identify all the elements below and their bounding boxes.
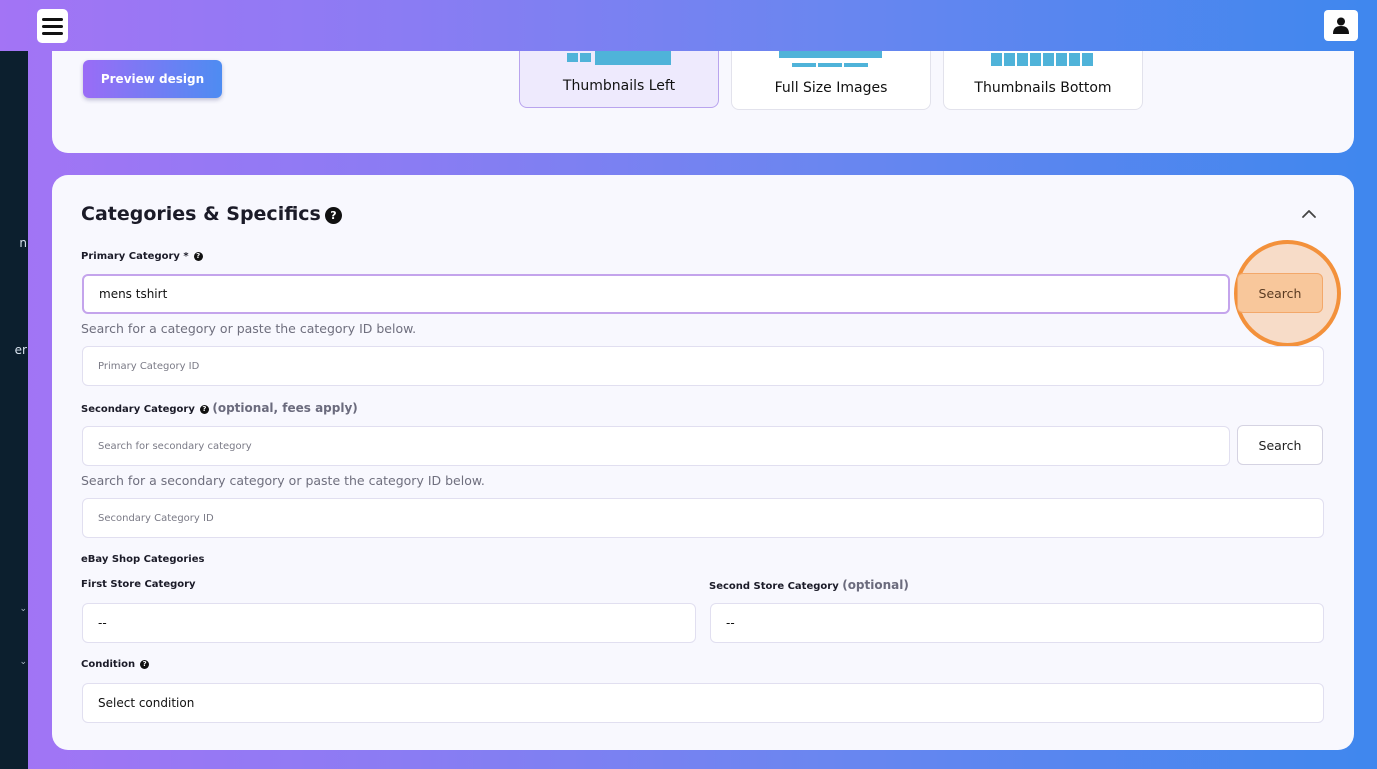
sidebar-item-label[interactable]: n <box>19 236 27 250</box>
chevron-icon: ⌄ <box>19 657 27 667</box>
secondary-category-id-input[interactable]: Secondary Category ID <box>82 498 1324 538</box>
first-store-category-select[interactable]: -- <box>82 603 696 643</box>
section-title: Categories & Specifics <box>81 203 321 225</box>
second-store-category-label: Second Store Category (optional) <box>709 578 909 592</box>
primary-search-button[interactable]: Search <box>1237 273 1323 313</box>
hamburger-icon <box>42 17 63 21</box>
optional-note: (optional, fees apply) <box>212 401 358 415</box>
top-bar <box>0 0 1377 51</box>
chevron-icon: ⌄ <box>19 604 27 614</box>
primary-category-label: Primary Category *? <box>81 251 203 262</box>
chevron-up-icon[interactable] <box>1300 205 1318 223</box>
layout-label: Thumbnails Left <box>562 78 676 94</box>
second-store-category-select[interactable]: -- <box>710 603 1324 643</box>
secondary-search-button[interactable]: Search <box>1237 425 1323 465</box>
first-store-category-label: First Store Category <box>81 579 196 590</box>
help-icon[interactable]: ? <box>325 207 342 224</box>
user-icon <box>1333 17 1349 34</box>
primary-category-input[interactable]: mens tshirt <box>82 274 1230 314</box>
sidebar: n er ⌄ ⌄ <box>0 0 28 769</box>
menu-button[interactable] <box>37 9 68 43</box>
help-icon[interactable]: ? <box>140 659 150 669</box>
secondary-category-input[interactable]: Search for secondary category <box>82 426 1230 466</box>
sidebar-item-label[interactable]: er <box>15 343 27 357</box>
layout-label: Thumbnails Bottom <box>974 80 1112 96</box>
preview-design-button[interactable]: Preview design <box>83 60 222 98</box>
help-icon[interactable]: ? <box>199 404 209 414</box>
condition-select[interactable]: Select condition <box>82 683 1324 723</box>
primary-category-hint: Search for a category or paste the categ… <box>81 321 417 336</box>
secondary-category-label: Secondary Category? (optional, fees appl… <box>81 401 358 415</box>
shop-categories-label: eBay Shop Categories <box>81 554 205 565</box>
optional-note: (optional) <box>842 578 909 592</box>
layout-label: Full Size Images <box>774 80 888 96</box>
condition-label: Condition? <box>81 659 150 670</box>
help-icon[interactable]: ? <box>193 251 203 261</box>
user-button[interactable] <box>1324 10 1358 41</box>
categories-card: Categories & Specifics ? Primary Categor… <box>52 175 1354 750</box>
primary-category-id-input[interactable]: Primary Category ID <box>82 346 1324 386</box>
secondary-category-hint: Search for a secondary category or paste… <box>81 473 485 488</box>
